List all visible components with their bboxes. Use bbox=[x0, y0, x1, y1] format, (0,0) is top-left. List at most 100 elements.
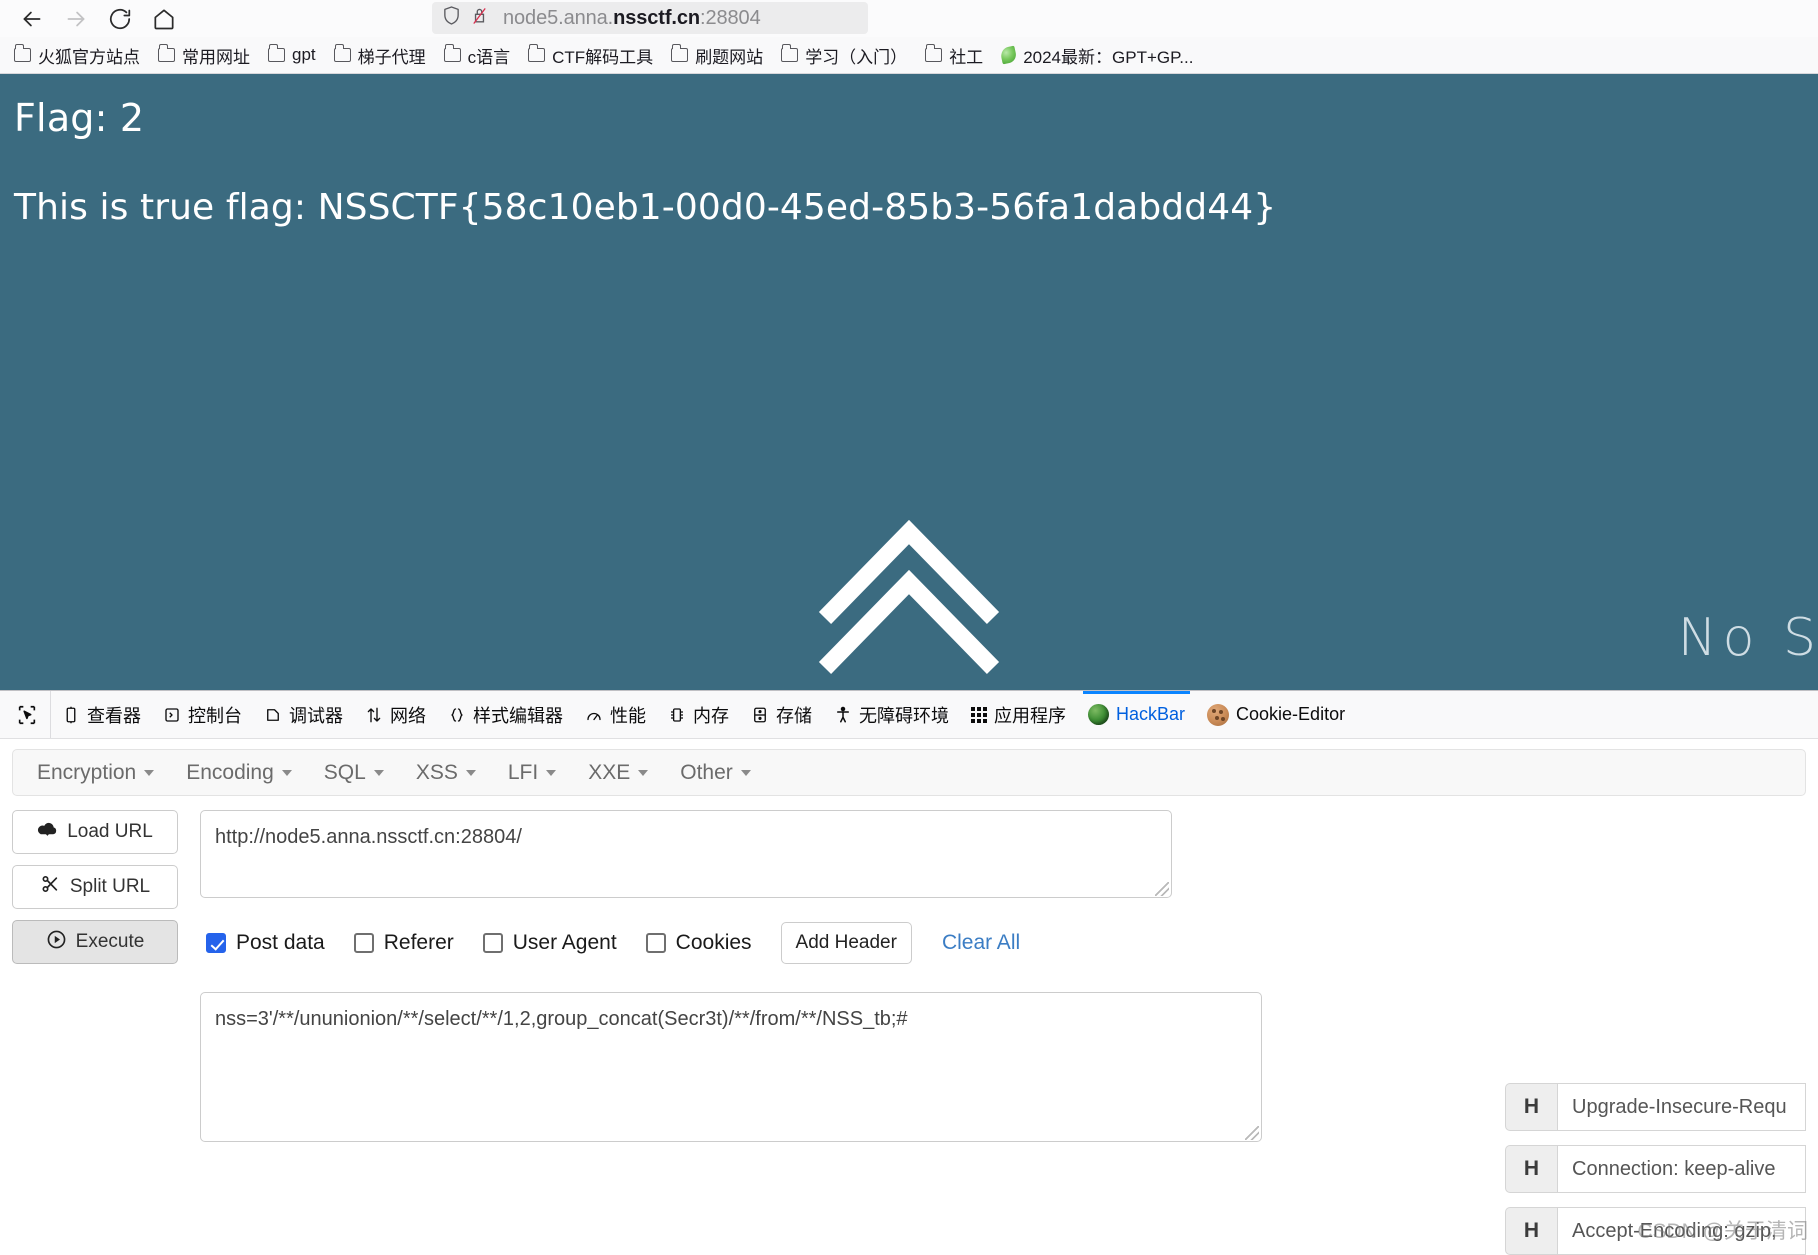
menu-label: SQL bbox=[323, 760, 366, 784]
network-icon bbox=[365, 706, 383, 724]
accessibility-icon bbox=[834, 706, 852, 724]
checkbox-icon[interactable] bbox=[645, 933, 666, 953]
bookmark-item[interactable]: 刷题网站 bbox=[671, 43, 763, 68]
url-field-wrap: http://node5.anna.nssctf.cn:28804/ bbox=[200, 810, 1172, 898]
bookmark-label: 社工 bbox=[949, 47, 984, 67]
bookmark-item[interactable]: gpt bbox=[268, 44, 316, 65]
bookmark-item[interactable]: 梯子代理 bbox=[333, 43, 426, 68]
chevron-down-icon bbox=[638, 769, 649, 776]
post-data-input[interactable]: nss=3'/**/ununionion/**/select/**/1,2,gr… bbox=[200, 992, 1262, 1142]
folder-icon bbox=[158, 44, 175, 62]
address-bar-url: node5.anna.nssctf.cn:28804 bbox=[503, 7, 761, 30]
menu-sql[interactable]: SQL bbox=[308, 761, 400, 785]
bookmark-item[interactable]: 火狐官方站点 bbox=[14, 43, 140, 68]
bookmark-item[interactable]: c语言 bbox=[443, 43, 510, 68]
chevron-down-icon bbox=[144, 769, 155, 776]
load-url-button[interactable]: Load URL bbox=[12, 810, 178, 854]
bookmarks-bar: 火狐官方站点 常用网址 gpt 梯子代理 c语言 CTF解码工具 刷题网站 学习… bbox=[0, 37, 1818, 74]
cloud-download-icon bbox=[37, 820, 58, 844]
execute-label: Execute bbox=[75, 931, 145, 952]
bookmark-label: 常用网址 bbox=[182, 47, 250, 67]
menu-xss[interactable]: XSS bbox=[400, 761, 492, 785]
reload-button[interactable] bbox=[98, 2, 142, 36]
checkbox-label: Referer bbox=[383, 931, 454, 954]
header-value-input[interactable]: Accept-Encoding: gzip, bbox=[1557, 1207, 1806, 1255]
tab-accessibility[interactable]: 无障碍环境 bbox=[823, 691, 960, 738]
tab-performance[interactable]: 性能 bbox=[574, 691, 657, 738]
split-url-button[interactable]: Split URL bbox=[12, 865, 178, 909]
header-value-input[interactable]: Connection: keep-alive bbox=[1557, 1145, 1806, 1193]
bookmark-item[interactable]: 2024最新：GPT+GP... bbox=[999, 43, 1193, 68]
checkbox-icon[interactable] bbox=[353, 933, 374, 953]
bookmark-label: CTF解码工具 bbox=[552, 47, 654, 67]
checkbox-label: Post data bbox=[236, 931, 325, 954]
menu-other[interactable]: Other bbox=[664, 761, 767, 785]
menu-label: XSS bbox=[415, 760, 458, 784]
resize-grip-icon[interactable] bbox=[1245, 1126, 1259, 1140]
load-url-label: Load URL bbox=[67, 821, 153, 842]
bookmark-label: 火狐官方站点 bbox=[38, 47, 140, 67]
bookmark-label: 学习（入门） bbox=[805, 47, 908, 67]
hackbar-icon bbox=[1088, 704, 1109, 725]
split-url-label: Split URL bbox=[69, 876, 151, 897]
back-button[interactable] bbox=[10, 2, 54, 36]
tab-storage[interactable]: 存储 bbox=[740, 691, 823, 738]
header-row[interactable]: H Connection: keep-alive bbox=[1505, 1145, 1806, 1193]
tab-style-editor[interactable]: 样式编辑器 bbox=[437, 691, 574, 738]
tab-label: 内存 bbox=[693, 705, 729, 726]
menu-label: XXE bbox=[588, 760, 631, 784]
clear-all-link[interactable]: Clear All bbox=[942, 931, 1020, 955]
tab-label: 存储 bbox=[776, 705, 812, 726]
menu-lfi[interactable]: LFI bbox=[492, 761, 572, 785]
tab-memory[interactable]: 内存 bbox=[657, 691, 740, 738]
bookmark-item[interactable]: 社工 bbox=[925, 43, 983, 68]
devtools-tabbar: 查看器 控制台 调试器 网络 样式编辑器 性能 内存 存储 无障碍环境 应用程序… bbox=[0, 691, 1818, 739]
bookmark-item[interactable]: 常用网址 bbox=[158, 43, 250, 68]
lock-crossed-icon[interactable] bbox=[470, 5, 489, 31]
site-logo-block: No System is Safe bbox=[699, 502, 1119, 690]
url-input[interactable]: http://node5.anna.nssctf.cn:28804/ bbox=[200, 810, 1172, 898]
header-tag: H bbox=[1505, 1145, 1557, 1193]
header-value-input[interactable]: Upgrade-Insecure-Requ bbox=[1557, 1083, 1806, 1131]
header-row[interactable]: H Accept-Encoding: gzip, bbox=[1505, 1207, 1806, 1255]
tab-label: 无障碍环境 bbox=[859, 705, 949, 726]
tab-hackbar[interactable]: HackBar bbox=[1077, 691, 1196, 738]
checkbox-referer[interactable]: Referer bbox=[353, 931, 454, 955]
address-bar[interactable]: node5.anna.nssctf.cn:28804 bbox=[432, 2, 868, 34]
shield-icon[interactable] bbox=[442, 5, 461, 31]
tab-label: 调试器 bbox=[289, 705, 343, 726]
checkbox-icon[interactable] bbox=[482, 933, 503, 953]
tab-label: Cookie-Editor bbox=[1236, 704, 1346, 724]
resize-grip-icon[interactable] bbox=[1155, 882, 1169, 896]
checkbox-cookies[interactable]: Cookies bbox=[645, 931, 752, 955]
execute-button[interactable]: Execute bbox=[12, 920, 178, 964]
checkbox-label: Cookies bbox=[675, 931, 752, 954]
checkbox-icon[interactable] bbox=[206, 933, 226, 953]
checkbox-post-data[interactable]: Post data bbox=[206, 931, 325, 955]
folder-icon bbox=[268, 44, 285, 62]
green-leaf-icon bbox=[999, 45, 1018, 65]
menu-encoding[interactable]: Encoding bbox=[170, 761, 308, 785]
tab-inspector[interactable]: 查看器 bbox=[51, 691, 152, 738]
menu-encryption[interactable]: Encryption bbox=[21, 761, 170, 785]
bookmark-item[interactable]: 学习（入门） bbox=[781, 43, 907, 68]
tab-label: 查看器 bbox=[87, 705, 141, 726]
element-picker-icon[interactable] bbox=[6, 691, 51, 738]
folder-icon bbox=[443, 44, 461, 62]
tab-application[interactable]: 应用程序 bbox=[960, 691, 1077, 738]
menu-xxe[interactable]: XXE bbox=[572, 761, 664, 785]
checkbox-label: User Agent bbox=[512, 931, 617, 954]
checkbox-user-agent[interactable]: User Agent bbox=[482, 931, 617, 955]
tab-debugger[interactable]: 调试器 bbox=[253, 691, 354, 738]
tab-console[interactable]: 控制台 bbox=[152, 691, 253, 738]
chevron-down-icon bbox=[546, 769, 557, 776]
tab-network[interactable]: 网络 bbox=[354, 691, 437, 738]
tab-label: 性能 bbox=[610, 705, 646, 726]
home-button[interactable] bbox=[142, 2, 186, 36]
tab-cookie-editor[interactable]: Cookie-Editor bbox=[1196, 691, 1356, 738]
add-header-button[interactable]: Add Header bbox=[780, 922, 912, 964]
bookmark-item[interactable]: CTF解码工具 bbox=[528, 43, 653, 68]
header-row[interactable]: H Upgrade-Insecure-Requ bbox=[1505, 1083, 1806, 1131]
forward-button[interactable] bbox=[54, 2, 98, 36]
hackbar-headers-list: H Upgrade-Insecure-Requ H Connection: ke… bbox=[1491, 810, 1806, 1255]
